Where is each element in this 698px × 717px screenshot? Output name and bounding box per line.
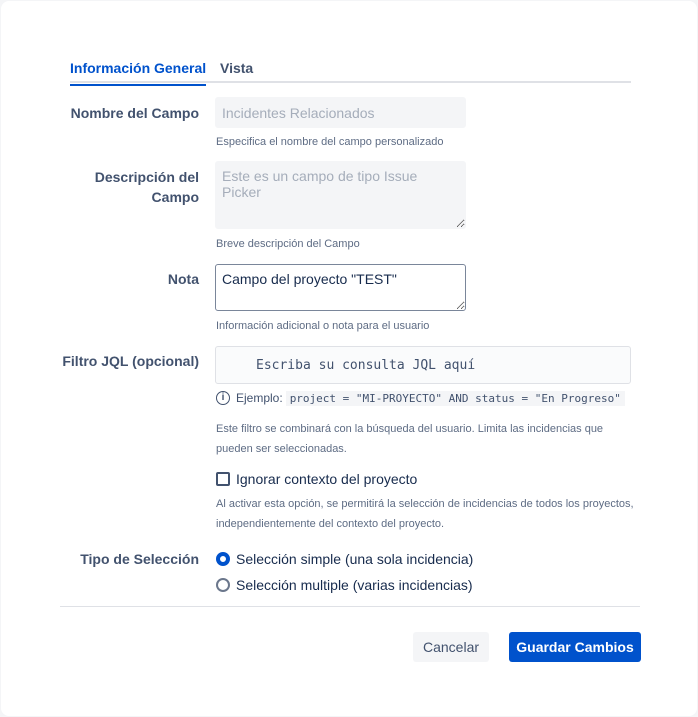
radio-multiple-selection[interactable]: Selección multiple (varias incidencias) xyxy=(216,577,473,593)
radio-single-indicator[interactable] xyxy=(216,552,230,566)
jql-help-line2: pueden ser seleccionadas. xyxy=(216,443,347,455)
ignore-context-label: Ignorar contexto del proyecto xyxy=(236,471,418,487)
jql-example-code: project = "MI-PROYECTO" AND status = "En… xyxy=(285,390,625,406)
field-name-label: Nombre del Campo xyxy=(70,105,199,121)
description-label: Descripción del Campo xyxy=(95,167,199,207)
ignore-context-checkbox[interactable] xyxy=(216,472,230,486)
jql-example: i Ejemplo: project = "MI-PROYECTO" AND s… xyxy=(216,389,625,407)
jql-example-prefix: Ejemplo: xyxy=(236,391,283,405)
jql-help: Este filtro se combinará con la búsqueda… xyxy=(216,419,603,459)
cancel-button[interactable]: Cancelar xyxy=(413,632,489,662)
selection-type-label: Tipo de Selección xyxy=(80,551,199,567)
footer-divider xyxy=(60,606,640,607)
description-textarea[interactable] xyxy=(215,161,466,229)
note-help: Información adicional o nota para el usu… xyxy=(216,320,430,332)
field-name-help: Especifica el nombre del campo personali… xyxy=(216,136,444,148)
ignore-context-help-line1: Al activar esta opción, se permitirá la … xyxy=(216,498,634,510)
jql-label: Filtro JQL (opcional) xyxy=(62,353,199,369)
edit-field-dialog: Información General Vista Nombre del Cam… xyxy=(1,1,697,716)
radio-multiple-indicator[interactable] xyxy=(216,578,230,592)
ignore-context-help: Al activar esta opción, se permitirá la … xyxy=(216,494,634,534)
radio-single-label: Selección simple (una sola incidencia) xyxy=(236,551,474,567)
note-label: Nota xyxy=(167,271,199,287)
radio-single-selection[interactable]: Selección simple (una sola incidencia) xyxy=(216,551,473,567)
info-icon: i xyxy=(216,391,230,405)
ignore-context-option[interactable]: Ignorar contexto del proyecto xyxy=(216,471,417,487)
jql-input[interactable] xyxy=(215,346,631,384)
description-label-line2: Campo xyxy=(151,189,199,205)
field-name-input[interactable] xyxy=(215,97,466,128)
radio-multiple-label: Selección multiple (varias incidencias) xyxy=(236,577,473,593)
tab-general-info[interactable]: Información General xyxy=(70,60,207,86)
description-label-line1: Descripción del xyxy=(94,169,199,185)
save-changes-button[interactable]: Guardar Cambios xyxy=(509,632,641,662)
jql-help-line1: Este filtro se combinará con la búsqueda… xyxy=(216,423,604,435)
note-textarea[interactable]: Campo del proyecto "TEST" xyxy=(215,264,466,311)
tab-view[interactable]: Vista xyxy=(220,60,253,84)
tab-bar: Información General Vista xyxy=(70,53,631,86)
ignore-context-help-line2: independientemente del contexto del proy… xyxy=(216,518,445,530)
description-help: Breve descripción del Campo xyxy=(216,238,360,250)
